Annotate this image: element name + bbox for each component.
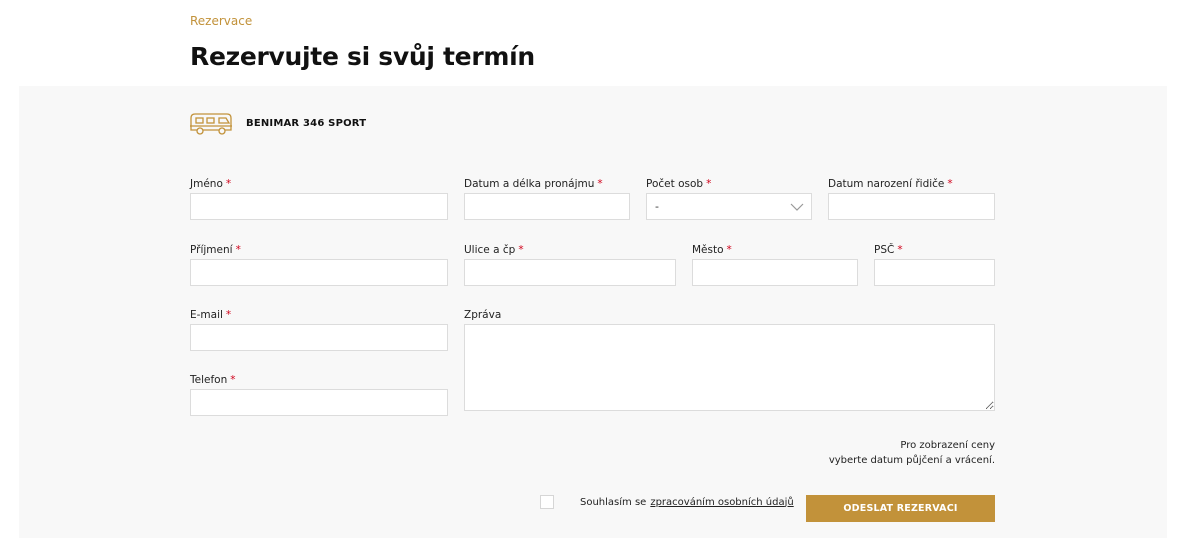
- email-field: E-mail *: [190, 308, 448, 351]
- city-input[interactable]: [692, 259, 858, 286]
- driver-birth-date-input[interactable]: [828, 193, 995, 220]
- vehicle-name: BENIMAR 346 SPORT: [246, 117, 367, 129]
- breadcrumb[interactable]: Rezervace: [190, 14, 252, 28]
- driver-birth-date-label: Datum narození řidiče *: [828, 178, 953, 190]
- vehicle-info: BENIMAR 346 SPORT: [189, 111, 366, 135]
- price-note: Pro zobrazení ceny vyberte datum půjčení…: [780, 438, 995, 468]
- submit-reservation-button[interactable]: ODESLAT REZERVACI: [806, 495, 995, 522]
- first-name-input[interactable]: [190, 193, 448, 220]
- privacy-policy-link[interactable]: zpracováním osobních údajů: [650, 497, 793, 508]
- rental-date-label: Datum a délka pronájmu *: [464, 178, 603, 190]
- price-note-line1: Pro zobrazení ceny: [900, 440, 995, 451]
- email-label: E-mail *: [190, 309, 232, 321]
- phone-field: Telefon *: [190, 373, 448, 416]
- rental-date-field: Datum a délka pronájmu *: [464, 177, 630, 220]
- street-label: Ulice a čp *: [464, 244, 524, 256]
- persons-select-value: -: [655, 200, 659, 213]
- phone-input[interactable]: [190, 389, 448, 416]
- persons-label: Počet osob *: [646, 178, 712, 190]
- message-textarea[interactable]: [464, 324, 995, 411]
- last-name-label: Příjmení *: [190, 244, 241, 256]
- message-field: Zpráva: [464, 308, 995, 415]
- consent-checkbox[interactable]: [540, 495, 554, 509]
- message-label: Zpráva: [464, 309, 502, 321]
- first-name-field: Jméno *: [190, 177, 448, 220]
- last-name-field: Příjmení *: [190, 243, 448, 286]
- zip-label: PSČ *: [874, 244, 903, 256]
- zip-field: PSČ *: [874, 243, 995, 286]
- price-note-line2: vyberte datum půjčení a vrácení.: [828, 455, 995, 466]
- consent-text: Souhlasím se: [580, 496, 647, 508]
- phone-label: Telefon *: [190, 374, 236, 386]
- first-name-label: Jméno *: [190, 178, 232, 190]
- last-name-input[interactable]: [190, 259, 448, 286]
- city-field: Město *: [692, 243, 858, 286]
- rental-date-input[interactable]: [464, 193, 630, 220]
- persons-select[interactable]: -: [646, 193, 812, 220]
- zip-input[interactable]: [874, 259, 995, 286]
- driver-birth-date-field: Datum narození řidiče *: [828, 177, 995, 220]
- email-input[interactable]: [190, 324, 448, 351]
- street-field: Ulice a čp *: [464, 243, 676, 286]
- page-title: Rezervujte si svůj termín: [190, 42, 535, 71]
- camper-van-icon: [189, 111, 233, 135]
- persons-field: Počet osob * -: [646, 177, 812, 220]
- city-label: Město *: [692, 244, 732, 256]
- chevron-down-icon: [790, 203, 804, 211]
- street-input[interactable]: [464, 259, 676, 286]
- consent: Souhlasím se zpracováním osobních údajů: [540, 495, 794, 509]
